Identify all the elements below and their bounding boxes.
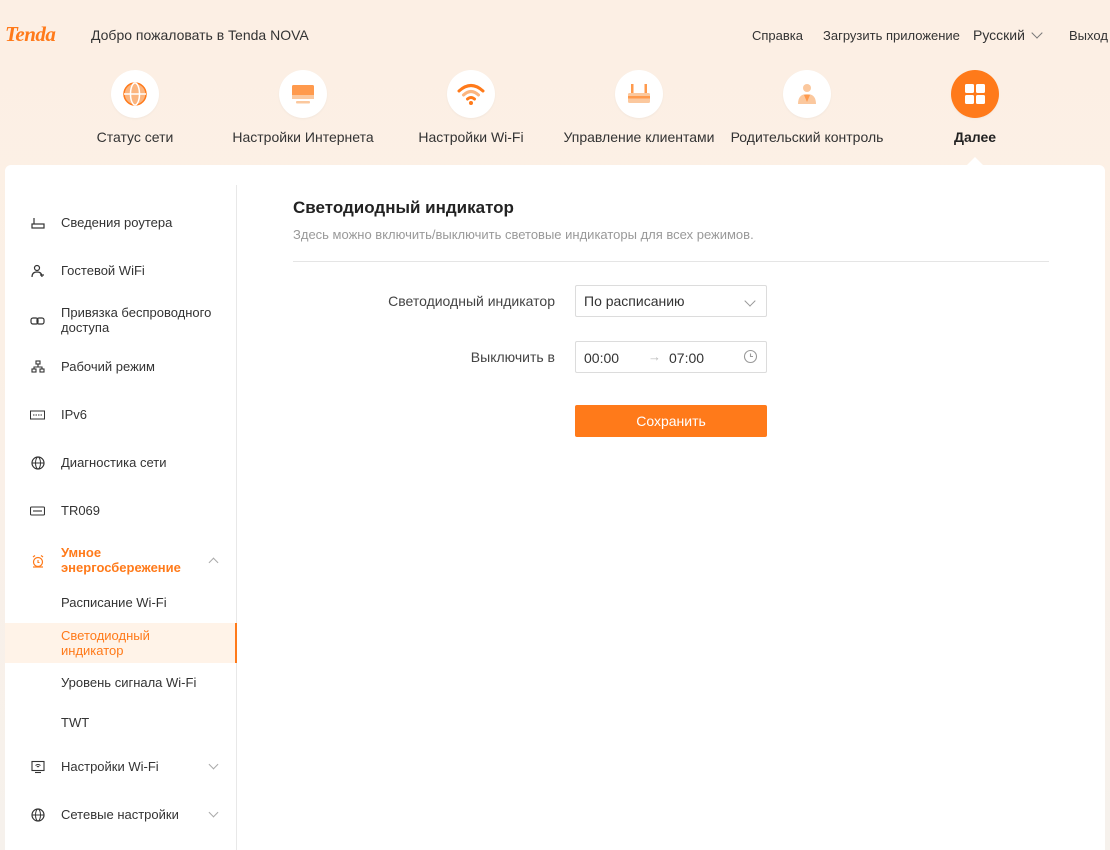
sidebar-item-label: Диагностика сети (61, 455, 167, 470)
language-select[interactable]: Русский (973, 27, 1043, 43)
nav-more[interactable]: Далее (891, 70, 1059, 145)
nav-label: Далее (953, 129, 997, 145)
save-button[interactable]: Сохранить (575, 405, 767, 437)
led-indicator-label: Светодиодный индикатор (388, 293, 555, 309)
nav-icon-circle (615, 70, 663, 118)
led-mode-select[interactable]: По расписанию (575, 285, 767, 317)
nav-label: Настройки Интернета (232, 129, 374, 145)
sidebar-item-work-mode[interactable]: Рабочий режим (5, 359, 237, 374)
time-start[interactable]: 00:00 (584, 350, 619, 366)
sidebar-item-label: Гостевой WiFi (61, 263, 145, 278)
language-label: Русский (973, 27, 1025, 43)
nav-label: Управление клиентами (563, 129, 715, 145)
sidebar-item-wireless-binding[interactable]: Привязка беспроводного доступа (5, 303, 237, 337)
parent-icon (798, 84, 816, 104)
page-title: Светодиодный индикатор (293, 198, 514, 217)
guest-icon (30, 263, 45, 278)
nav-icon-circle (783, 70, 831, 118)
sidebar-subitem-label: Уровень сигнала Wi-Fi (61, 675, 197, 690)
sidebar-item-wifi-settings[interactable]: Настройки Wi-Fi (5, 759, 237, 774)
sidebar-item-guest-wifi[interactable]: Гостевой WiFi (5, 263, 237, 278)
sidebar-subitem-wifi-signal-level[interactable]: Уровень сигнала Wi-Fi (5, 675, 237, 690)
nav-wifi-settings[interactable]: Настройки Wi-Fi (387, 70, 555, 145)
wifi-icon (457, 84, 485, 105)
globe-icon (123, 82, 147, 106)
chevron-down-icon (1031, 27, 1043, 39)
nav-parental-control[interactable]: Родительский контроль (723, 70, 891, 145)
sidebar-subitem-twt[interactable]: TWT (5, 715, 237, 730)
turn-off-label: Выключить в (470, 349, 555, 365)
sidebar-item-ipv6[interactable]: IPv6 (5, 407, 237, 422)
sidebar-item-label: Рабочий режим (61, 359, 155, 374)
welcome-text: Добро пожаловать в Tenda NOVA (91, 27, 309, 43)
monitor-icon (292, 85, 314, 104)
help-link[interactable]: Справка (752, 28, 803, 43)
sidebar-item-label: Сетевые настройки (61, 807, 179, 822)
nav-label: Статус сети (96, 129, 174, 145)
logout-link[interactable]: Выход (1069, 28, 1108, 43)
link-icon (30, 313, 45, 328)
sidebar-subitem-label: TWT (61, 715, 90, 730)
page-description: Здесь можно включить/выключить световые … (293, 227, 754, 242)
ipv6-icon (30, 407, 45, 422)
sidebar-item-label: Умное энергосбережение (61, 545, 181, 575)
arrow-right-icon: → (648, 349, 661, 364)
sidebar-item-label: Привязка беспроводного доступа (61, 305, 212, 335)
router-icon (628, 84, 650, 103)
download-app-link[interactable]: Загрузить приложение (823, 28, 960, 43)
nav-icon-circle (447, 70, 495, 118)
tr069-icon (30, 503, 45, 518)
time-end[interactable]: 07:00 (669, 350, 704, 366)
divider (293, 261, 1049, 262)
router-icon (30, 215, 45, 230)
sidebar-subitem-label: Светодиодный индикатор (61, 628, 150, 658)
led-mode-value: По расписанию (584, 293, 685, 309)
nav-icon-circle (951, 70, 999, 118)
sidebar-subitem-label: Расписание Wi-Fi (61, 595, 167, 610)
sidebar-item-label: TR069 (61, 503, 101, 518)
sidebar-item-router-info[interactable]: Сведения роутера (5, 215, 237, 230)
nav-icon-circle (279, 70, 327, 118)
nav-icon-circle (111, 70, 159, 118)
nav-label: Настройки Wi-Fi (418, 129, 524, 145)
top-bar: Tenda Добро пожаловать в Tenda NOVA Спра… (0, 0, 1110, 70)
monitor-wifi-icon (30, 759, 45, 774)
chevron-down-icon (744, 295, 756, 307)
chevron-up-icon (208, 557, 219, 568)
clock-icon (743, 349, 758, 364)
grid-icon (965, 84, 985, 104)
nav-label: Родительский контроль (730, 129, 884, 145)
globe-icon (30, 807, 45, 822)
chevron-down-icon (208, 807, 219, 818)
nav-internet-settings[interactable]: Настройки Интернета (219, 70, 387, 145)
sidebar-item-smart-power-saving[interactable]: Умное энергосбережение (5, 543, 237, 577)
sidebar-subitem-led-indicator[interactable]: Светодиодный индикатор (5, 623, 237, 663)
sidebar: Сведения роутера Гостевой WiFi Привязка … (5, 185, 237, 850)
sidebar-item-network-settings[interactable]: Сетевые настройки (5, 807, 237, 822)
nav-network-status[interactable]: Статус сети (51, 70, 219, 145)
sidebar-subitem-wifi-schedule[interactable]: Расписание Wi-Fi (5, 595, 237, 610)
mode-icon (30, 359, 45, 374)
nav-client-management[interactable]: Управление клиентами (555, 70, 723, 145)
tenda-logo[interactable]: Tenda (5, 22, 56, 47)
time-range-picker[interactable]: 00:00 → 07:00 (575, 341, 767, 373)
sidebar-item-label: IPv6 (61, 407, 88, 422)
sidebar-item-tr069[interactable]: TR069 (5, 503, 237, 518)
alarm-icon (30, 553, 45, 568)
sidebar-item-network-diagnostics[interactable]: Диагностика сети (5, 455, 237, 470)
sidebar-item-label: Сведения роутера (61, 215, 173, 230)
sidebar-item-label: Настройки Wi-Fi (61, 759, 159, 774)
globe-icon (30, 455, 45, 470)
chevron-down-icon (208, 759, 219, 770)
